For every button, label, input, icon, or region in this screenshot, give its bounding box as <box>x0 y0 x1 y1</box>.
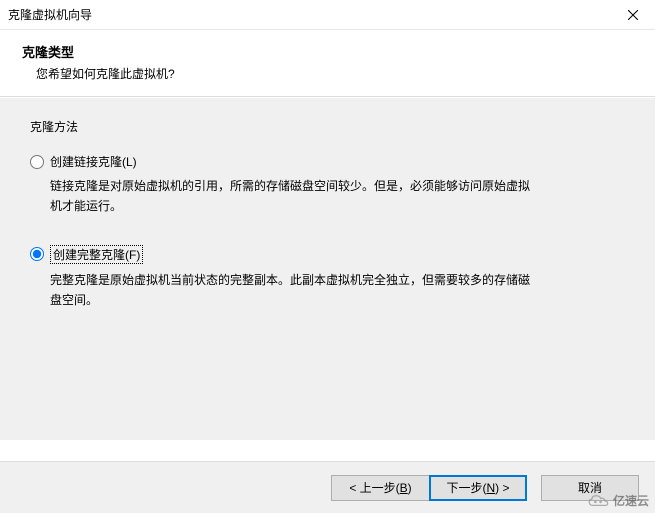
radio-option-full: 创建完整克隆(F) 完整克隆是原始虚拟机当前状态的完整副本。此副本虚拟机完全独立… <box>30 245 625 311</box>
page-title: 克隆类型 <box>22 42 633 61</box>
window-title: 克隆虚拟机向导 <box>8 6 92 23</box>
section-label: 克隆方法 <box>30 118 625 135</box>
clone-method-group: 创建链接克隆(L) 链接克隆是对原始虚拟机的引用，所需的存储磁盘空间较少。但是，… <box>30 153 625 311</box>
close-icon <box>628 10 638 20</box>
content-area: 克隆方法 创建链接克隆(L) 链接克隆是对原始虚拟机的引用，所需的存储磁盘空间较… <box>0 97 655 440</box>
page-subtitle: 您希望如何克隆此虚拟机? <box>36 65 633 82</box>
button-bar: < 上一步(B) 下一步(N) > 取消 <box>0 461 655 513</box>
titlebar: 克隆虚拟机向导 <box>0 0 655 30</box>
next-button[interactable]: 下一步(N) > <box>429 475 527 501</box>
radio-linked-label[interactable]: 创建链接克隆(L) <box>50 153 137 170</box>
back-button[interactable]: < 上一步(B) <box>331 475 429 501</box>
radio-full-label[interactable]: 创建完整克隆(F) <box>50 245 143 264</box>
close-button[interactable] <box>610 0 655 30</box>
radio-option-linked: 创建链接克隆(L) 链接克隆是对原始虚拟机的引用，所需的存储磁盘空间较少。但是，… <box>30 153 625 217</box>
cancel-button[interactable]: 取消 <box>541 475 639 501</box>
radio-linked-desc: 链接克隆是对原始虚拟机的引用，所需的存储磁盘空间较少。但是，必须能够访问原始虚拟… <box>50 176 530 217</box>
radio-linked-clone[interactable] <box>30 155 44 169</box>
header-panel: 克隆类型 您希望如何克隆此虚拟机? <box>0 30 655 97</box>
radio-full-clone[interactable] <box>30 247 44 261</box>
radio-full-desc: 完整克隆是原始虚拟机当前状态的完整副本。此副本虚拟机完全独立，但需要较多的存储磁… <box>50 270 530 311</box>
